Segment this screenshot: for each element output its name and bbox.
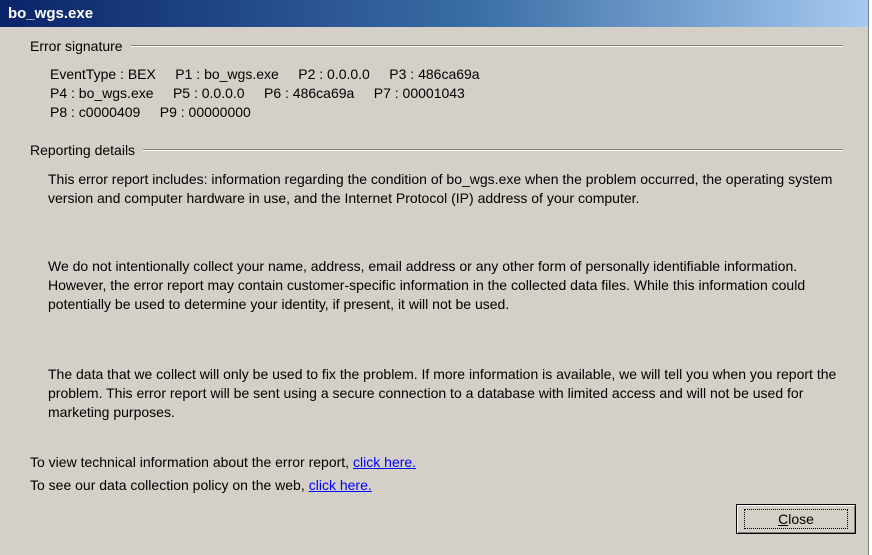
data-policy-line: To see our data collection policy on the…: [30, 476, 372, 495]
technical-info-text: To view technical information about the …: [30, 454, 350, 470]
window-title: bo_wgs.exe: [8, 5, 94, 22]
data-policy-link[interactable]: click here.: [309, 477, 372, 493]
title-bar[interactable]: bo_wgs.exe: [0, 0, 868, 27]
technical-info-line: To view technical information about the …: [30, 453, 416, 472]
section-divider: [143, 149, 843, 151]
technical-info-link[interactable]: click here.: [353, 454, 416, 470]
details-paragraph-1: This error report includes: information …: [48, 171, 833, 206]
reporting-details-label: Reporting details: [30, 142, 136, 158]
data-policy-text: To see our data collection policy on the…: [30, 477, 305, 493]
details-paragraph-2: We do not intentionally collect your nam…: [48, 258, 806, 312]
signature-line-3: P8 : c0000409 P9 : 00000000: [50, 104, 251, 120]
signature-line-1: EventType : BEX P1 : bo_wgs.exe P2 : 0.0…: [50, 66, 480, 82]
section-divider: [130, 45, 843, 47]
reporting-details-header: Reporting details: [30, 142, 843, 158]
error-signature-header: Error signature: [30, 38, 843, 54]
close-button[interactable]: Close: [736, 504, 856, 534]
error-report-dialog: bo_wgs.exe Error signature EventType : B…: [0, 0, 869, 555]
close-accelerator: C: [778, 511, 789, 527]
error-signature-label: Error signature: [30, 38, 123, 54]
signature-line-2: P4 : bo_wgs.exe P5 : 0.0.0.0 P6 : 486ca6…: [50, 85, 465, 101]
close-button-focus: Close: [744, 509, 848, 529]
details-paragraph-3: The data that we collect will only be us…: [48, 366, 837, 420]
close-label: lose: [788, 511, 814, 527]
